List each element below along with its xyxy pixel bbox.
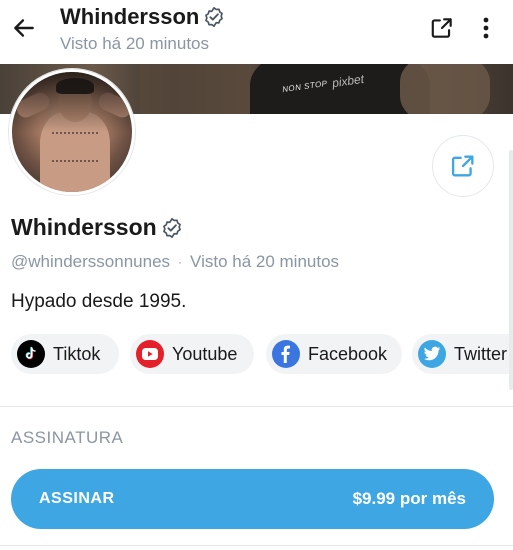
profile-handle: @whinderssonnunes — [11, 252, 171, 271]
profile-last-seen: Visto há 20 minutos — [190, 252, 340, 271]
share-button-top[interactable] — [426, 12, 458, 44]
header-title: Whindersson — [60, 4, 225, 30]
tiktok-icon — [17, 340, 45, 368]
profile-name-text: Whindersson — [11, 214, 157, 240]
subscribe-button[interactable]: ASSINAR $9.99 por mês — [11, 469, 494, 529]
social-link-tiktok[interactable]: Tiktok — [11, 334, 119, 374]
social-label: Youtube — [172, 343, 238, 364]
share-profile-button[interactable] — [432, 135, 494, 197]
arrow-left-icon — [14, 19, 34, 37]
social-label: Twitter — [454, 343, 508, 364]
social-link-facebook[interactable]: Facebook — [266, 334, 402, 374]
subscription-section-label: ASSINATURA — [11, 428, 124, 447]
social-link-youtube[interactable]: Youtube — [130, 334, 254, 374]
youtube-icon — [136, 340, 164, 368]
social-link-twitter[interactable]: Twitter — [412, 334, 513, 374]
section-divider — [0, 406, 513, 407]
social-label: Facebook — [308, 343, 388, 364]
top-app-bar: Whindersson Visto há 20 minutos — [0, 0, 513, 64]
more-options-button[interactable] — [470, 12, 502, 44]
share-icon — [451, 155, 474, 177]
subscription-price: $9.99 por mês — [352, 489, 466, 508]
bottom-divider — [0, 545, 513, 546]
profile-bio: Hypado desde 1995. — [11, 291, 187, 312]
verified-badge-icon — [205, 7, 224, 27]
header-last-seen: Visto há 20 minutos — [60, 34, 209, 53]
avatar[interactable] — [9, 69, 135, 195]
more-vertical-icon — [483, 17, 489, 39]
facebook-icon — [272, 340, 300, 368]
separator-dot: · — [178, 255, 183, 269]
back-button[interactable] — [6, 10, 42, 46]
twitter-icon — [418, 340, 446, 368]
subscribe-button-label: ASSINAR — [39, 490, 115, 507]
social-label: Tiktok — [53, 343, 101, 364]
share-icon — [431, 18, 452, 38]
verified-badge-icon — [162, 217, 181, 238]
profile-name: Whindersson — [11, 214, 183, 241]
scrollbar[interactable] — [509, 150, 513, 390]
profile-meta: @whinderssonnunes · Visto há 20 minutos — [11, 252, 339, 272]
header-name: Whindersson — [60, 4, 200, 29]
